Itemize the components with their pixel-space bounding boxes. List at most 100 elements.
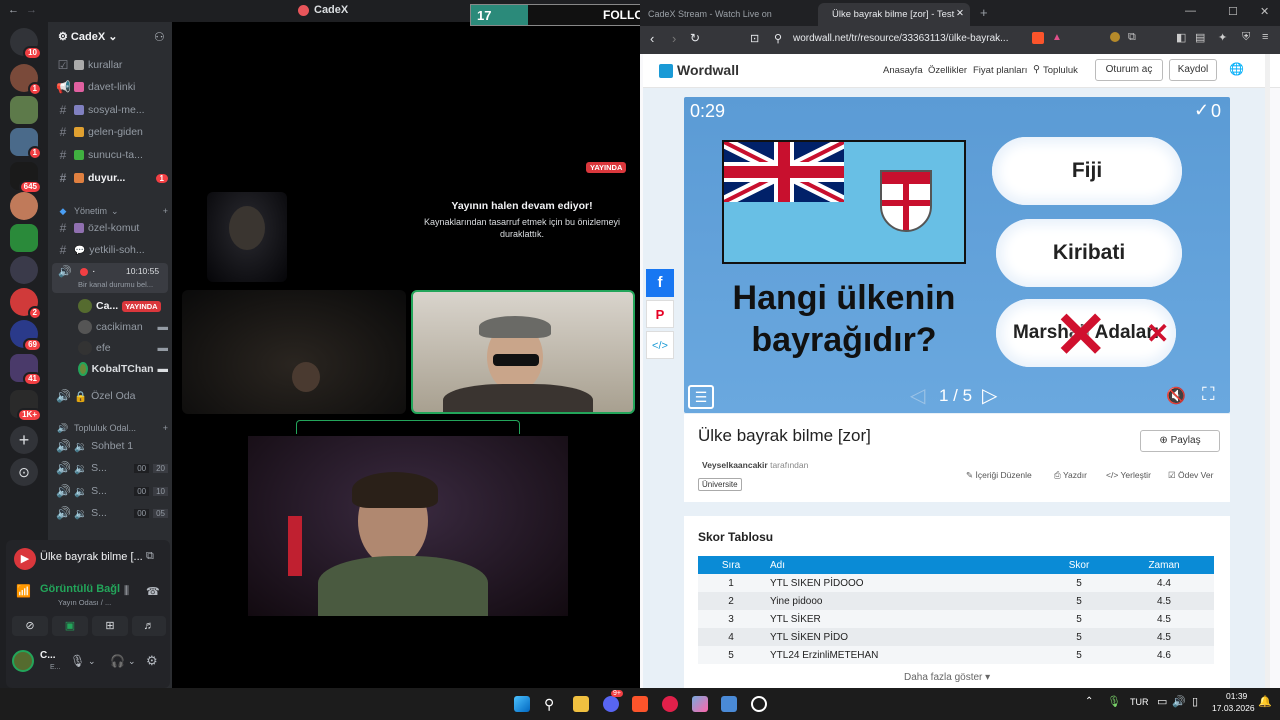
back-icon[interactable]: ‹: [650, 31, 654, 46]
add-member-icon[interactable]: ⚇: [154, 30, 165, 44]
voice-member[interactable]: cacikiman ▬: [78, 318, 168, 336]
reload-icon[interactable]: ↻: [690, 31, 700, 45]
user-name[interactable]: C...: [40, 650, 56, 661]
channel-ozel-komut[interactable]: # özel-komut: [56, 219, 168, 237]
volume-icon[interactable]: 🔊: [1172, 695, 1186, 708]
clock-time[interactable]: 01:39: [1226, 691, 1247, 701]
channel-duyurular[interactable]: # duyur... 1: [56, 169, 168, 187]
fullscreen-icon[interactable]: ⛶: [1202, 384, 1215, 405]
popout-icon[interactable]: ⧉: [146, 550, 154, 563]
new-tab-icon[interactable]: +: [980, 5, 988, 20]
extensions-icon[interactable]: ⧉: [1128, 31, 1136, 44]
assign-link[interactable]: ☑ Ödev Ver: [1168, 470, 1213, 481]
screen-share-icon[interactable]: ▣: [52, 616, 88, 636]
show-more-link[interactable]: Daha fazla göster ▾: [904, 672, 990, 683]
voice-member[interactable]: KobalTChan ▬: [78, 360, 168, 378]
voice-member[interactable]: Ca... YAYINDA: [78, 297, 168, 315]
connection-sub[interactable]: Yayın Odası / ...: [58, 598, 111, 607]
extension-icon[interactable]: [1110, 32, 1120, 42]
voice-member[interactable]: efe ▬: [78, 339, 168, 357]
category-topluluk[interactable]: 🔊 Topluluk Odal... +: [56, 419, 168, 437]
disconnect-icon[interactable]: ☎: [146, 585, 160, 598]
voice-channel[interactable]: 🔊 🔉 S... 00 05: [56, 504, 168, 522]
print-link[interactable]: ⎙ Yazdır: [1054, 470, 1087, 481]
add-server-icon[interactable]: +: [10, 426, 38, 454]
voice-channel[interactable]: 🔊 🔉 S... 00 10: [56, 482, 168, 500]
author-link[interactable]: Veyselkaancakir: [702, 460, 768, 470]
activity-title[interactable]: Ülke bayrak bilme [...: [40, 551, 143, 563]
language-globe-icon[interactable]: 🌐: [1229, 62, 1244, 76]
channel-sosyal-medya[interactable]: # sosyal-me...: [56, 101, 168, 119]
nav-community[interactable]: Topluluk: [1043, 65, 1078, 76]
webcam-tile[interactable]: [182, 290, 406, 414]
noise-suppression-icon[interactable]: ⫼: [124, 585, 129, 598]
menu-icon[interactable]: ≡: [1262, 31, 1268, 43]
server-name[interactable]: ⚙ CadeX ⌄: [58, 30, 117, 43]
channel-davet-linki[interactable]: 📢 davet-linki: [56, 78, 168, 96]
webcam-tile[interactable]: [207, 192, 287, 282]
site-info-icon[interactable]: ⚲: [774, 32, 782, 45]
edit-content-link[interactable]: ✎ İçeriği Düzenle: [966, 470, 1032, 481]
back-arrow-icon[interactable]: ←: [8, 4, 19, 16]
clock-date[interactable]: 17.03.2026: [1212, 703, 1255, 713]
wordwall-logo[interactable]: Wordwall: [677, 62, 739, 78]
prev-page-icon[interactable]: ◁: [910, 383, 925, 408]
wallet-icon[interactable]: ▤: [1195, 31, 1205, 44]
server-icon[interactable]: 645: [10, 162, 42, 194]
answer-fiji[interactable]: Fiji: [992, 137, 1182, 205]
facebook-icon[interactable]: f: [646, 269, 674, 297]
nav-pricing[interactable]: Fiyat planları: [973, 65, 1027, 76]
tab-active[interactable]: Ülke bayrak bilme [zor] - Test ✕: [818, 3, 970, 26]
discord-icon[interactable]: 9+: [603, 690, 623, 712]
camera-off-icon[interactable]: ⊘: [12, 616, 48, 636]
channel-yetkili-sohbet[interactable]: # 💬 yetkili-soh...: [56, 241, 168, 259]
webcam-tile[interactable]: [411, 290, 635, 414]
vpn-icon[interactable]: ⛨: [1242, 31, 1250, 44]
rewards-icon[interactable]: ▲: [1052, 32, 1062, 43]
chevron-down-icon[interactable]: ⌄: [128, 656, 136, 667]
add-channel-icon[interactable]: +: [163, 423, 168, 433]
soundboard-icon[interactable]: ♬: [132, 616, 166, 636]
category-yonetim[interactable]: ◆ Yönetim ⌄ +: [56, 202, 168, 220]
url-field[interactable]: wordwall.net/tr/resource/33363113/ülke-b…: [793, 33, 1008, 44]
app-icon[interactable]: [692, 696, 708, 712]
server-icon[interactable]: [10, 192, 38, 220]
forward-icon[interactable]: ›: [672, 31, 676, 46]
next-page-icon[interactable]: ▷: [982, 383, 997, 408]
headphones-icon[interactable]: 🎧: [110, 654, 125, 668]
embed-link[interactable]: </> Yerleştir: [1106, 470, 1151, 480]
forward-arrow-icon[interactable]: →: [26, 4, 37, 16]
language-indicator[interactable]: TUR: [1130, 697, 1149, 707]
mute-icon[interactable]: 🔇: [1166, 386, 1186, 406]
nav-home[interactable]: Anasayfa: [883, 65, 923, 76]
login-button[interactable]: Oturum aç: [1095, 59, 1163, 81]
signup-button[interactable]: Kaydol: [1169, 59, 1217, 81]
brave-icon[interactable]: [632, 696, 648, 712]
brave-shield-icon[interactable]: [1032, 32, 1044, 44]
discover-icon[interactable]: ⊙: [10, 458, 38, 486]
activities-icon[interactable]: ⊞: [92, 616, 128, 636]
close-tab-icon[interactable]: ✕: [956, 8, 964, 19]
chevron-down-icon[interactable]: ⌄: [88, 656, 96, 667]
pinterest-icon[interactable]: P: [646, 300, 674, 328]
channel-ozel-oda[interactable]: 🔊 🔒 Özel Oda: [56, 387, 168, 405]
leo-icon[interactable]: ✦: [1218, 31, 1227, 44]
menu-icon[interactable]: ☰: [688, 385, 714, 409]
server-icon[interactable]: [10, 224, 38, 252]
close-window-icon[interactable]: ✕: [1260, 5, 1269, 18]
network-icon[interactable]: ▭: [1157, 695, 1167, 708]
battery-icon[interactable]: ▯: [1192, 695, 1198, 708]
answer-kiribati[interactable]: Kiribati: [996, 219, 1182, 287]
voice-status[interactable]: Bir kanal durumu bel...: [78, 280, 153, 289]
scrollbar[interactable]: [1265, 54, 1270, 688]
notification-bell-icon[interactable]: 🔔: [1258, 695, 1272, 708]
channel-sunucu-tanitim[interactable]: # sunucu-ta...: [56, 146, 168, 164]
server-icon[interactable]: 2: [10, 288, 42, 320]
server-folder-icon[interactable]: 1K+: [10, 390, 42, 422]
search-icon[interactable]: ⚲: [544, 696, 560, 712]
embed-icon[interactable]: </>: [646, 331, 674, 359]
nav-features[interactable]: Özellikler: [928, 65, 967, 76]
media-player-icon[interactable]: [662, 696, 678, 712]
chevron-up-icon[interactable]: ⌃: [1085, 696, 1093, 707]
server-icon[interactable]: 1: [10, 64, 42, 96]
